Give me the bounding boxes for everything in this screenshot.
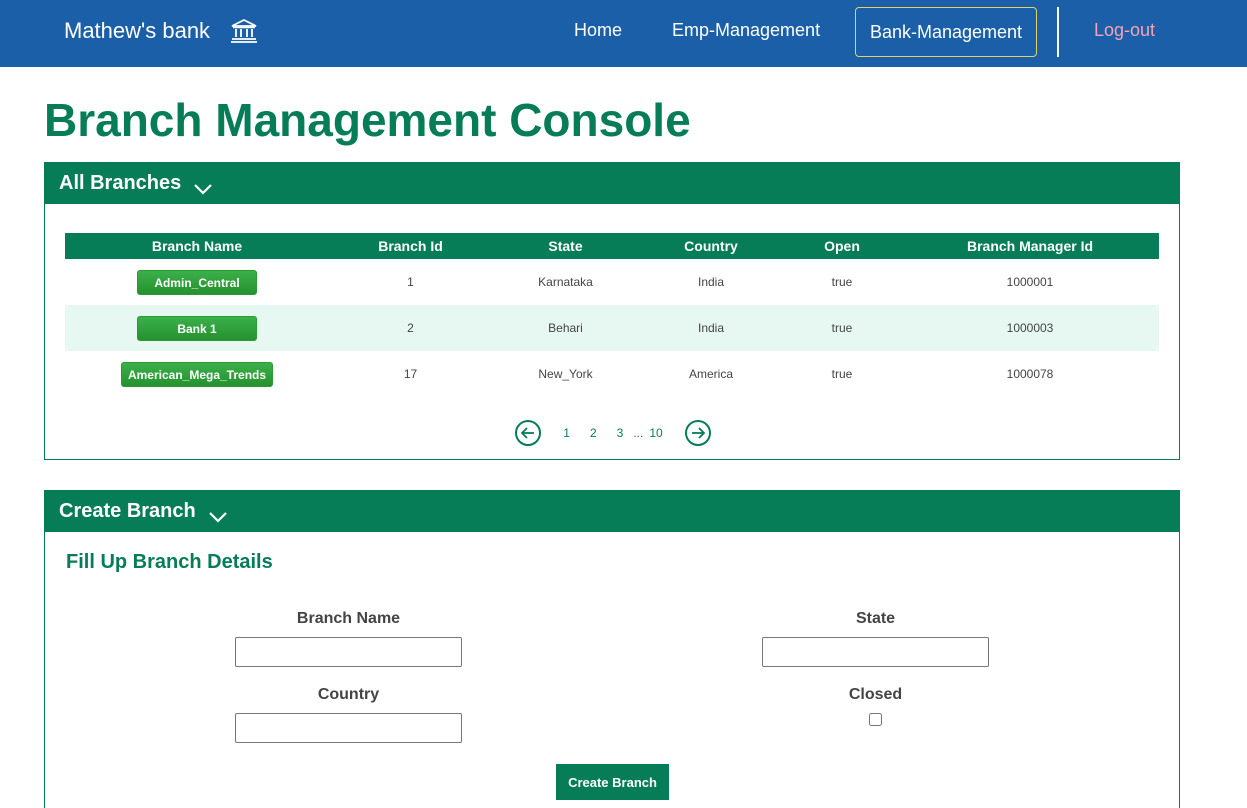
chevron-down-icon — [208, 506, 228, 523]
open-cell: true — [831, 367, 853, 381]
table-row: Bank 1 2 Behari India true 1000003 — [65, 305, 1159, 351]
arrow-left-circle-icon[interactable] — [515, 420, 542, 446]
country-cell: India — [639, 305, 783, 351]
column-header: Branch Manager Id — [901, 233, 1159, 259]
country-label: Country — [317, 686, 380, 703]
arrow-right-circle-icon[interactable] — [684, 420, 711, 446]
nav-home-link[interactable]: Home — [574, 20, 622, 41]
nav-bank-management-link[interactable]: Bank-Management — [855, 7, 1037, 57]
create-branch-panel: Create Branch Fill Up Branch Details Bra… — [44, 490, 1180, 808]
branch-name-button[interactable]: Admin_Central — [137, 269, 257, 295]
open-cell: true — [783, 305, 901, 351]
nav-divider — [1057, 7, 1059, 57]
page-link-3[interactable]: 3 — [617, 426, 624, 440]
column-header: State — [492, 233, 639, 259]
column-header: Branch Name — [65, 233, 329, 259]
table-row: Admin_Central 1 Karnataka India true 100… — [65, 259, 1159, 305]
branch-id-cell: 1 — [407, 275, 414, 289]
create-branch-title: Create Branch — [59, 500, 196, 522]
branches-table: Branch Name Branch Id State Country Open… — [65, 233, 1159, 397]
logout-link[interactable]: Log-out — [1094, 20, 1155, 41]
top-navbar: Mathew's bank Home Emp-Management Bank-M… — [0, 0, 1247, 67]
page-title: Branch Management Console — [44, 94, 691, 146]
column-header: Branch Id — [329, 233, 492, 259]
all-branches-panel: All Branches Branch Name Branch Id State… — [44, 162, 1180, 460]
country-input[interactable] — [235, 713, 462, 743]
manager-id-cell: 1000001 — [1006, 275, 1054, 289]
create-branch-button[interactable]: Create Branch — [556, 764, 669, 800]
state-label: State — [855, 610, 896, 627]
pagination: 1 2 3 ... 10 — [45, 420, 1181, 446]
branch-id-cell: 2 — [329, 305, 492, 351]
state-cell: Behari — [492, 305, 639, 351]
chevron-down-icon — [193, 178, 213, 195]
table-row: American_Mega_Trends 17 New_York America… — [65, 351, 1159, 397]
brand[interactable]: Mathew's bank — [64, 18, 258, 44]
column-header: Open — [783, 233, 901, 259]
branch-name-label: Branch Name — [296, 610, 401, 627]
page-link-2[interactable]: 2 — [590, 426, 597, 440]
all-branches-header[interactable]: All Branches — [45, 163, 1179, 204]
branch-id-cell: 17 — [403, 367, 418, 381]
branch-name-button[interactable]: Bank 1 — [137, 315, 257, 341]
state-input[interactable] — [762, 637, 989, 667]
country-cell: India — [697, 275, 725, 289]
page-link-last[interactable]: 10 — [649, 426, 662, 440]
closed-checkbox[interactable] — [869, 713, 882, 726]
create-branch-header[interactable]: Create Branch — [45, 491, 1179, 532]
state-cell: Karnataka — [538, 275, 593, 289]
manager-id-cell: 1000078 — [1006, 367, 1054, 381]
table-header-row: Branch Name Branch Id State Country Open… — [65, 233, 1159, 259]
branch-name-input[interactable] — [235, 637, 462, 667]
state-cell: New_York — [538, 367, 593, 381]
country-cell: America — [688, 367, 733, 381]
open-cell: true — [831, 275, 853, 289]
page-link-1[interactable]: 1 — [563, 426, 570, 440]
branch-name-button[interactable]: American_Mega_Trends — [120, 361, 274, 387]
closed-label: Closed — [848, 686, 903, 703]
brand-name: Mathew's bank — [64, 18, 211, 43]
pagination-ellipsis: ... — [633, 426, 644, 440]
column-header: Country — [639, 233, 783, 259]
manager-id-cell: 1000003 — [901, 305, 1159, 351]
form-title: Fill Up Branch Details — [66, 551, 273, 573]
nav-emp-management-link[interactable]: Emp-Management — [672, 20, 820, 41]
bank-icon — [230, 18, 258, 44]
all-branches-title: All Branches — [59, 172, 182, 194]
